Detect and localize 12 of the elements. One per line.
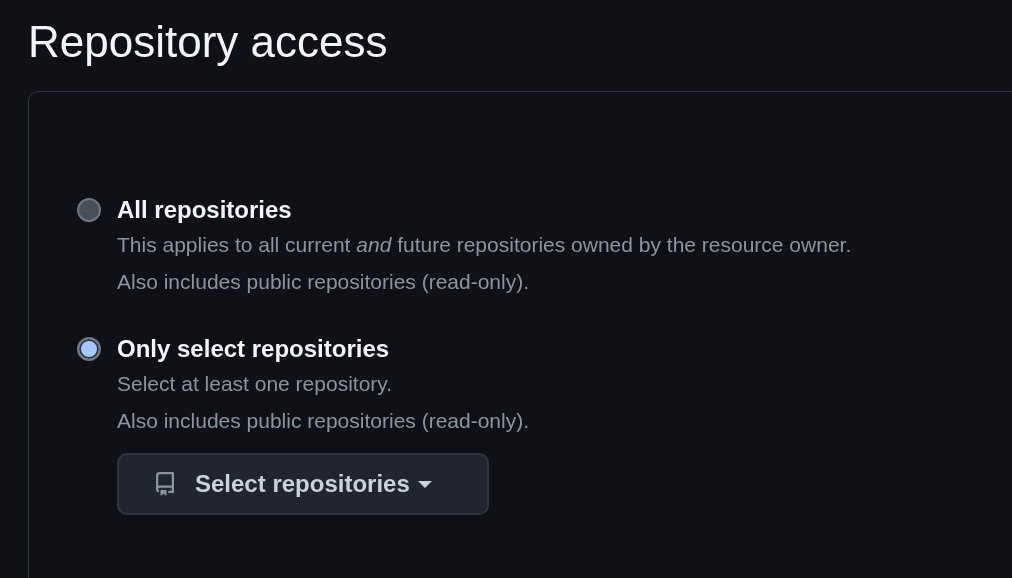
option-description: Also includes public repositories (read-only). [117,269,531,295]
radio-button[interactable] [77,198,101,222]
select-repositories-button[interactable]: Select repositories [117,453,489,515]
option-label[interactable]: All repositories [117,196,292,224]
page-title: Repository access [28,16,389,68]
radio-button[interactable] [77,337,101,361]
caret-icon [417,480,432,488]
option-description: Also includes public repositories (read-only). [117,408,531,434]
option-description: This applies to all current and future repositories owned by the resource owner. [117,232,853,258]
book-icon [153,472,177,496]
option-label[interactable]: Only select repositories [117,335,390,363]
option-description: Select at least one repository. [117,371,394,397]
